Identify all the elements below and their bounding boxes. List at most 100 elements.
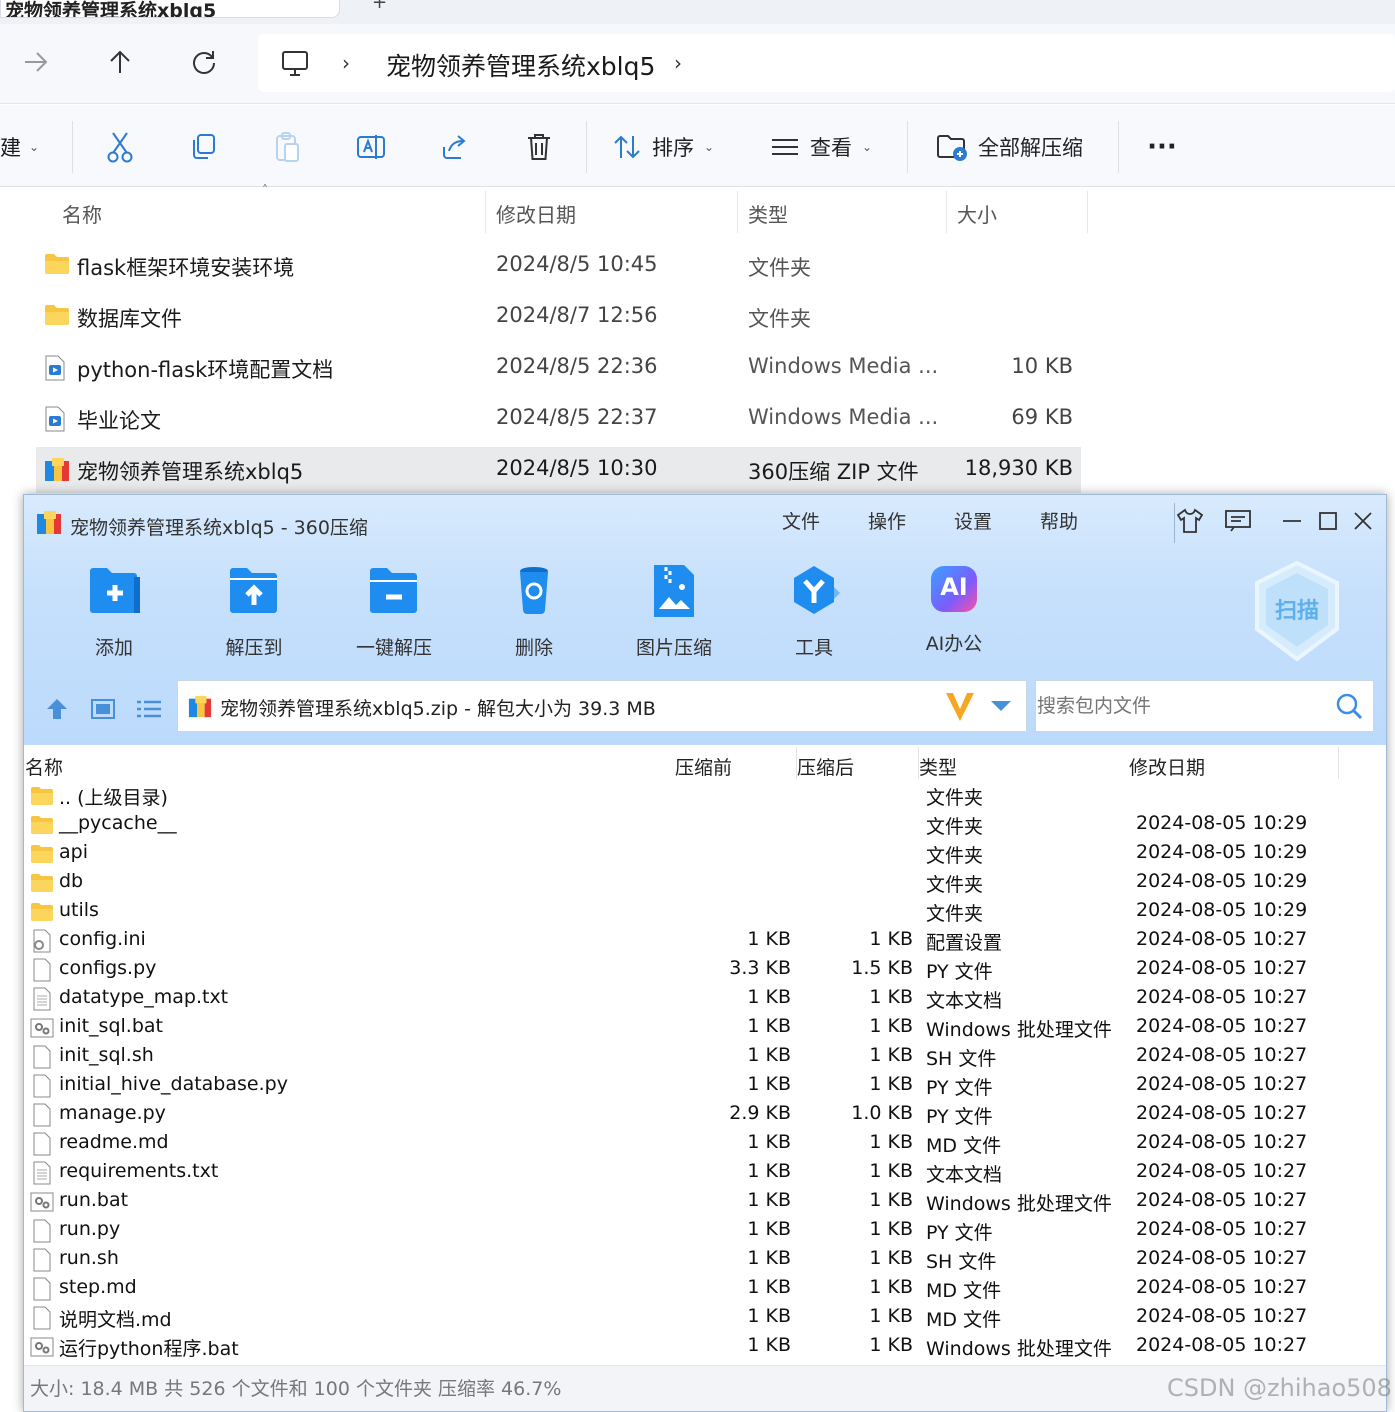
column-after[interactable]: 压缩后 — [797, 753, 854, 780]
ai-office-icon: AI — [924, 563, 984, 619]
add-button[interactable]: 添加 — [54, 563, 174, 663]
new-tab-icon[interactable]: + — [372, 0, 387, 13]
zip-path-text: 宠物领养管理系统xblq5.zip - 解包大小为 39.3 MB — [220, 698, 656, 720]
tools-button[interactable]: 工具 — [754, 563, 874, 663]
one-click-extract-button[interactable]: 一键解压 — [334, 563, 454, 663]
menu-help[interactable]: 帮助 — [1040, 507, 1078, 534]
zip-row[interactable]: 运行python程序.bat 1 KB 1 KB Windows 批处理文件 2024-… — [24, 1333, 1386, 1362]
column-type[interactable]: 类型 — [919, 753, 957, 780]
zip-path-field[interactable]: 宠物领养管理系统xblq5.zip - 解包大小为 39.3 MB — [177, 680, 1027, 732]
zip-row[interactable]: init_sql.bat 1 KB 1 KB Windows 批处理文件 2024-08… — [24, 1014, 1386, 1043]
file-date: 2024-08-05 10:27 — [1136, 1276, 1308, 1298]
explorer-row[interactable]: flask框架环境安装环境 2024/8/5 10:45 文件夹 — [36, 243, 1081, 289]
zip-row[interactable]: requirements.txt 1 KB 1 KB 文本文档 2024-08-05 1… — [24, 1159, 1386, 1188]
extract-all-button[interactable]: 全部解压缩 — [936, 125, 1096, 169]
delete-button[interactable]: 删除 — [474, 563, 594, 663]
zip-row[interactable]: manage.py 2.9 KB 1.0 KB PY 文件 2024-08-05 10:… — [24, 1101, 1386, 1130]
file-date: 2024-08-05 10:27 — [1136, 1247, 1308, 1269]
file-type: MD 文件 — [926, 1309, 1002, 1331]
menu-file[interactable]: 文件 — [782, 507, 820, 534]
thumbnail-view-button[interactable] — [86, 692, 120, 726]
explorer-row[interactable]: 毕业论文 2024/8/5 22:37 Windows Media ... 69… — [36, 396, 1081, 442]
zip-search-box[interactable] — [1035, 680, 1374, 732]
chevron-down-icon[interactable] — [990, 699, 1012, 713]
column-date[interactable]: 修改日期 — [496, 199, 576, 228]
list-view-button[interactable] — [132, 692, 166, 726]
feedback-button[interactable] — [1220, 505, 1256, 537]
forward-button[interactable] — [16, 42, 56, 82]
verified-v-icon[interactable] — [944, 689, 976, 723]
size-before: 1 KB — [747, 1189, 791, 1211]
new-button[interactable]: 建 ⌄ — [0, 125, 50, 169]
zip-row[interactable]: datatype_map.txt 1 KB 1 KB 文本文档 2024-08-05 1… — [24, 985, 1386, 1014]
size-before: 1 KB — [747, 1131, 791, 1153]
explorer-row[interactable]: 数据库文件 2024/8/7 12:56 文件夹 — [36, 294, 1081, 340]
address-bar[interactable]: › 宠物领养管理系统xblq5 › — [258, 34, 1395, 92]
zip-row[interactable]: utils 文件夹 2024-08-05 10:29 — [24, 898, 1386, 927]
zip-row[interactable]: .. (上级目录) 文件夹 — [24, 782, 1386, 811]
cut-button[interactable] — [98, 125, 142, 169]
copy-button[interactable] — [181, 125, 225, 169]
file-size: 69 KB — [1011, 405, 1073, 429]
search-icon[interactable] — [1335, 692, 1363, 720]
share-button[interactable] — [433, 125, 477, 169]
menu-settings[interactable]: 设置 — [954, 507, 992, 534]
column-date[interactable]: 修改日期 — [1129, 753, 1205, 780]
close-button[interactable] — [1345, 505, 1381, 537]
scissors-icon — [107, 132, 133, 163]
explorer-navbar: › 宠物领养管理系统xblq5 › — [0, 24, 1395, 104]
zip-row[interactable]: initial_hive_database.py 1 KB 1 KB PY 文件 202… — [24, 1072, 1386, 1101]
zip-row[interactable]: readme.md 1 KB 1 KB MD 文件 2024-08-05 10:27 — [24, 1130, 1386, 1159]
zip-row[interactable]: run.bat 1 KB 1 KB Windows 批处理文件 2024-08-05 1… — [24, 1188, 1386, 1217]
media-document-icon — [45, 406, 65, 432]
sort-button[interactable]: 排序 ⌄ — [612, 125, 728, 169]
computer-icon — [282, 51, 308, 76]
paste-button[interactable] — [265, 125, 309, 169]
file-date: 2024-08-05 10:27 — [1136, 1073, 1308, 1095]
extract-to-button[interactable]: 解压到 — [194, 563, 314, 663]
zip-row[interactable]: api 文件夹 2024-08-05 10:29 — [24, 840, 1386, 869]
maximize-button[interactable] — [1310, 505, 1346, 537]
file-type: PY 文件 — [926, 961, 993, 983]
zip-row[interactable]: run.py 1 KB 1 KB PY 文件 2024-08-05 10:27 — [24, 1217, 1386, 1246]
zip-row[interactable]: step.md 1 KB 1 KB MD 文件 2024-08-05 10:27 — [24, 1275, 1386, 1304]
zip-row[interactable]: configs.py 3.3 KB 1.5 KB PY 文件 2024-08-05 10… — [24, 956, 1386, 985]
view-button[interactable]: 查看 ⌄ — [770, 125, 886, 169]
size-before: 3.3 KB — [729, 957, 791, 979]
explorer-row-selected[interactable]: 宠物领养管理系统xblq5 2024/8/5 10:30 360压缩 ZIP 文… — [36, 447, 1081, 493]
column-size[interactable]: 大小 — [957, 199, 997, 228]
column-type[interactable]: 类型 — [748, 199, 788, 228]
image-compress-button[interactable]: 图片压缩 — [614, 563, 734, 663]
ai-office-button[interactable]: AI AI办公 — [894, 563, 1014, 663]
search-input[interactable] — [1037, 691, 1317, 721]
zip-row[interactable]: __pycache__ 文件夹 2024-08-05 10:29 — [24, 811, 1386, 840]
text-file-icon — [30, 1161, 54, 1185]
refresh-button[interactable] — [184, 42, 224, 82]
skin-button[interactable] — [1172, 505, 1208, 537]
explorer-row[interactable]: python-flask环境配置文档 2024/8/5 22:36 Window… — [36, 345, 1081, 391]
address-path[interactable]: 宠物领养管理系统xblq5 — [386, 47, 655, 83]
rename-button[interactable] — [349, 125, 393, 169]
menu-operate[interactable]: 操作 — [868, 507, 906, 534]
size-before: 1 KB — [747, 1276, 791, 1298]
chevron-right-icon[interactable]: › — [674, 51, 682, 75]
scan-button[interactable]: 扫描 — [1252, 559, 1342, 663]
column-before[interactable]: 压缩前 — [675, 753, 732, 780]
explorer-tab[interactable]: 宠物领养管理系统xblq5 — [0, 0, 340, 18]
up-button[interactable] — [100, 42, 140, 82]
column-name[interactable]: 名称 — [62, 199, 102, 228]
up-level-button[interactable] — [40, 692, 74, 726]
folder-icon — [30, 784, 54, 808]
minimize-button[interactable] — [1274, 505, 1310, 537]
delete-button[interactable] — [517, 125, 561, 169]
more-button[interactable]: ··· — [1140, 125, 1184, 169]
column-name[interactable]: 名称 — [25, 753, 63, 780]
zip-row[interactable]: db 文件夹 2024-08-05 10:29 — [24, 869, 1386, 898]
sort-icon — [614, 135, 640, 159]
zip-row[interactable]: config.ini 1 KB 1 KB 配置设置 2024-08-05 10:27 — [24, 927, 1386, 956]
size-after: 1 KB — [869, 986, 913, 1008]
zip-row[interactable]: init_sql.sh 1 KB 1 KB SH 文件 2024-08-05 10:27 — [24, 1043, 1386, 1072]
file-name: configs.py — [59, 957, 157, 979]
zip-row[interactable]: 说明文档.md 1 KB 1 KB MD 文件 2024-08-05 10:27 — [24, 1304, 1386, 1333]
zip-row[interactable]: run.sh 1 KB 1 KB SH 文件 2024-08-05 10:27 — [24, 1246, 1386, 1275]
